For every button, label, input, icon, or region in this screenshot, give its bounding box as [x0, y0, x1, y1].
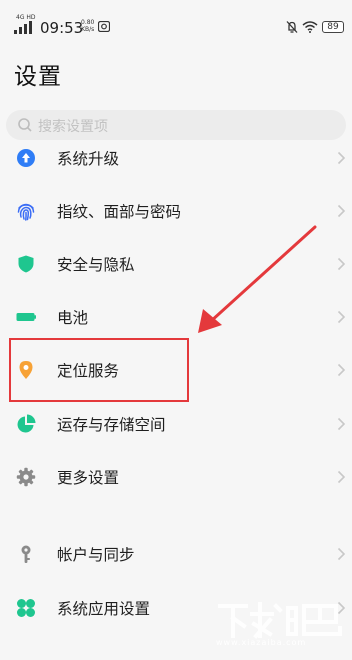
settings-item-label: 更多设置	[57, 469, 120, 487]
wifi-icon	[302, 21, 318, 33]
chevron-right-icon	[337, 151, 346, 165]
chevron-right-icon	[337, 204, 346, 218]
four-petals-icon	[17, 599, 35, 617]
search-icon	[18, 118, 32, 132]
watermark-text: www.xiazaiba.com	[216, 638, 307, 647]
watermark-logo: www.xiazaiba.com	[216, 600, 348, 656]
arrow-up-circle-icon	[17, 149, 35, 167]
battery-indicator: 89	[322, 21, 344, 33]
settings-item-battery[interactable]: 电池	[0, 293, 352, 341]
settings-item-more-settings[interactable]: 更多设置	[0, 453, 352, 501]
fingerprint-icon	[17, 203, 35, 221]
settings-item-label: 系统升级	[57, 150, 120, 168]
shield-icon	[18, 255, 34, 273]
chevron-right-icon	[337, 310, 346, 324]
settings-item-label: 运存与存储空间	[57, 416, 166, 434]
speed-unit: KB/s	[81, 26, 95, 33]
signal-icon	[14, 21, 32, 34]
chevron-right-icon	[337, 417, 346, 431]
page-title: 设置	[14, 64, 62, 90]
speed-value: 0.80	[81, 19, 95, 26]
battery-icon	[16, 313, 36, 321]
mute-icon	[286, 21, 298, 33]
settings-item-memory-storage[interactable]: 运存与存储空间	[0, 400, 352, 448]
status-bar: 4G HD 09:53 0.80 KB/s 89	[0, 0, 352, 52]
chevron-right-icon	[337, 547, 346, 561]
settings-item-system-update[interactable]: 系统升级	[0, 134, 352, 182]
highlight-box	[9, 338, 189, 402]
chevron-right-icon	[337, 470, 346, 484]
pie-chart-icon	[17, 414, 36, 433]
settings-item-account-sync[interactable]: 帐户与同步	[0, 530, 352, 578]
settings-item-label: 安全与隐私	[57, 256, 135, 274]
notification-app-icon	[98, 21, 110, 32]
key-icon	[21, 545, 31, 563]
settings-item-label: 指纹、面部与密码	[57, 203, 182, 221]
watermark-glyphs	[218, 602, 342, 639]
gear-icon	[16, 467, 36, 487]
chevron-right-icon	[337, 257, 346, 271]
clock: 09:53	[40, 19, 84, 37]
settings-item-label: 系统应用设置	[57, 600, 151, 618]
settings-item-label: 帐户与同步	[57, 546, 135, 564]
chevron-right-icon	[337, 363, 346, 377]
settings-item-label: 电池	[57, 309, 89, 327]
settings-item-security-privacy[interactable]: 安全与隐私	[0, 240, 352, 288]
network-speed: 0.80 KB/s	[81, 19, 94, 33]
search-placeholder: 搜索设置项	[38, 119, 108, 135]
settings-item-fingerprint-face-password[interactable]: 指纹、面部与密码	[0, 187, 352, 235]
